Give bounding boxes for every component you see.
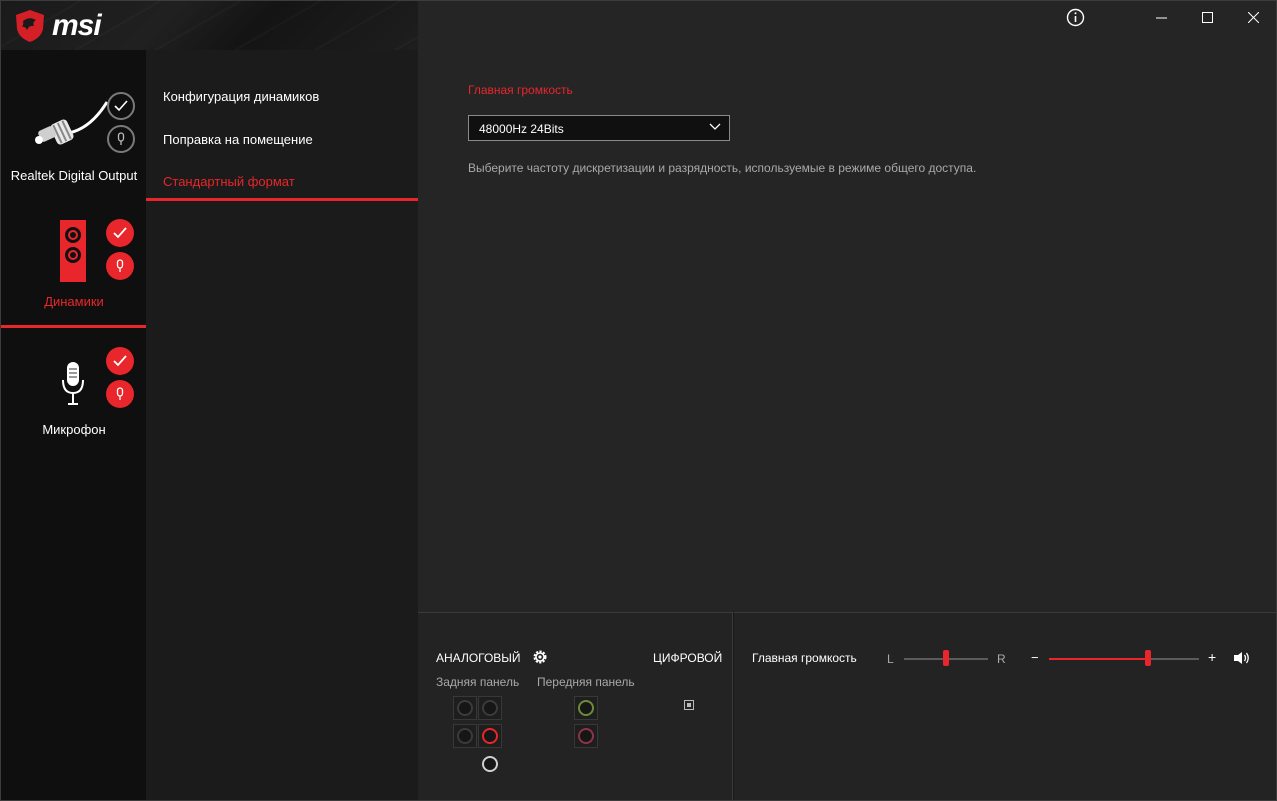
device-label: Микрофон (42, 422, 106, 437)
microphone-icon (62, 362, 84, 405)
status-check-icon (106, 219, 134, 247)
close-icon (1247, 11, 1259, 23)
main-panel: Главная громкость 48000Hz 24Bits Выберит… (418, 0, 1277, 612)
menu-default-format[interactable]: Стандартный формат (163, 174, 295, 189)
format-value: 48000Hz 24Bits (479, 122, 564, 136)
status-check-icon (107, 92, 135, 120)
active-device-indicator (1, 325, 147, 328)
active-menu-indicator (146, 198, 418, 201)
chevron-down-icon (709, 123, 721, 130)
volume-slider-fill (1049, 658, 1148, 660)
menu-speaker-config[interactable]: Конфигурация динамиков (163, 89, 319, 104)
front-panel-label: Передняя панель (537, 675, 635, 689)
close-button[interactable] (1241, 6, 1265, 28)
dragon-shield-icon (16, 10, 44, 42)
rear-jack[interactable] (478, 696, 502, 720)
maximize-icon (1201, 11, 1213, 23)
minimize-button[interactable] (1149, 6, 1173, 28)
status-mic-icon (106, 252, 134, 280)
status-mic-icon (106, 380, 134, 408)
analog-label: АНАЛОГОВЫЙ (436, 651, 521, 665)
rear-jack-active[interactable] (478, 724, 502, 748)
speaker-icon (60, 220, 86, 282)
device-microphone[interactable]: Микрофон (1, 340, 147, 450)
header-bar: msi (0, 0, 418, 50)
device-speakers[interactable]: Динамики (1, 210, 147, 328)
volume-plus-button[interactable]: + (1208, 649, 1216, 665)
maximize-button[interactable] (1195, 6, 1219, 28)
device-label: Динамики (44, 294, 104, 309)
digital-cable-icon (35, 101, 109, 145)
digital-port-icon[interactable] (684, 700, 694, 710)
front-jack-headphone[interactable] (574, 696, 598, 720)
gear-icon[interactable] (531, 648, 549, 666)
rear-panel-label: Задняя панель (436, 675, 520, 689)
section-title: Главная громкость (468, 83, 573, 97)
rear-jack[interactable] (453, 724, 477, 748)
device-sidebar: Realtek Digital Output Динамики Микрофон (0, 0, 147, 801)
front-jack-mic[interactable] (574, 724, 598, 748)
balance-right-label: R (997, 652, 1006, 666)
info-button[interactable] (1063, 6, 1087, 28)
volume-label: Главная громкость (752, 651, 857, 665)
brand-logo: msi (14, 9, 102, 43)
volume-minus-button[interactable]: − (1031, 650, 1039, 665)
brand-name: msi (52, 9, 102, 42)
device-digital-output[interactable]: Realtek Digital Output (1, 80, 147, 190)
balance-left-label: L (887, 652, 894, 666)
device-label: Realtek Digital Output (10, 168, 138, 183)
format-description: Выберите частоту дискретизации и разрядн… (468, 161, 977, 175)
info-icon (1066, 8, 1084, 26)
settings-menu: Конфигурация динамиков Поправка на помещ… (146, 50, 418, 801)
digital-label: ЦИФРОВОЙ (653, 651, 723, 665)
balance-slider-thumb[interactable] (943, 650, 949, 666)
volume-slider-thumb[interactable] (1145, 650, 1151, 666)
minimize-icon (1155, 17, 1167, 18)
menu-room-correction[interactable]: Поправка на помещение (163, 132, 313, 147)
speaker-volume-icon[interactable] (1233, 651, 1251, 665)
format-dropdown[interactable]: 48000Hz 24Bits (468, 115, 730, 141)
rear-jack[interactable] (478, 752, 502, 776)
status-mic-icon (107, 125, 135, 153)
rear-jack[interactable] (453, 696, 477, 720)
volume-panel: Главная громкость L R − + (734, 612, 1277, 801)
jack-panel: АНАЛОГОВЫЙ ЦИФРОВОЙ Задняя панель Передн… (418, 612, 733, 801)
status-check-icon (106, 347, 134, 375)
